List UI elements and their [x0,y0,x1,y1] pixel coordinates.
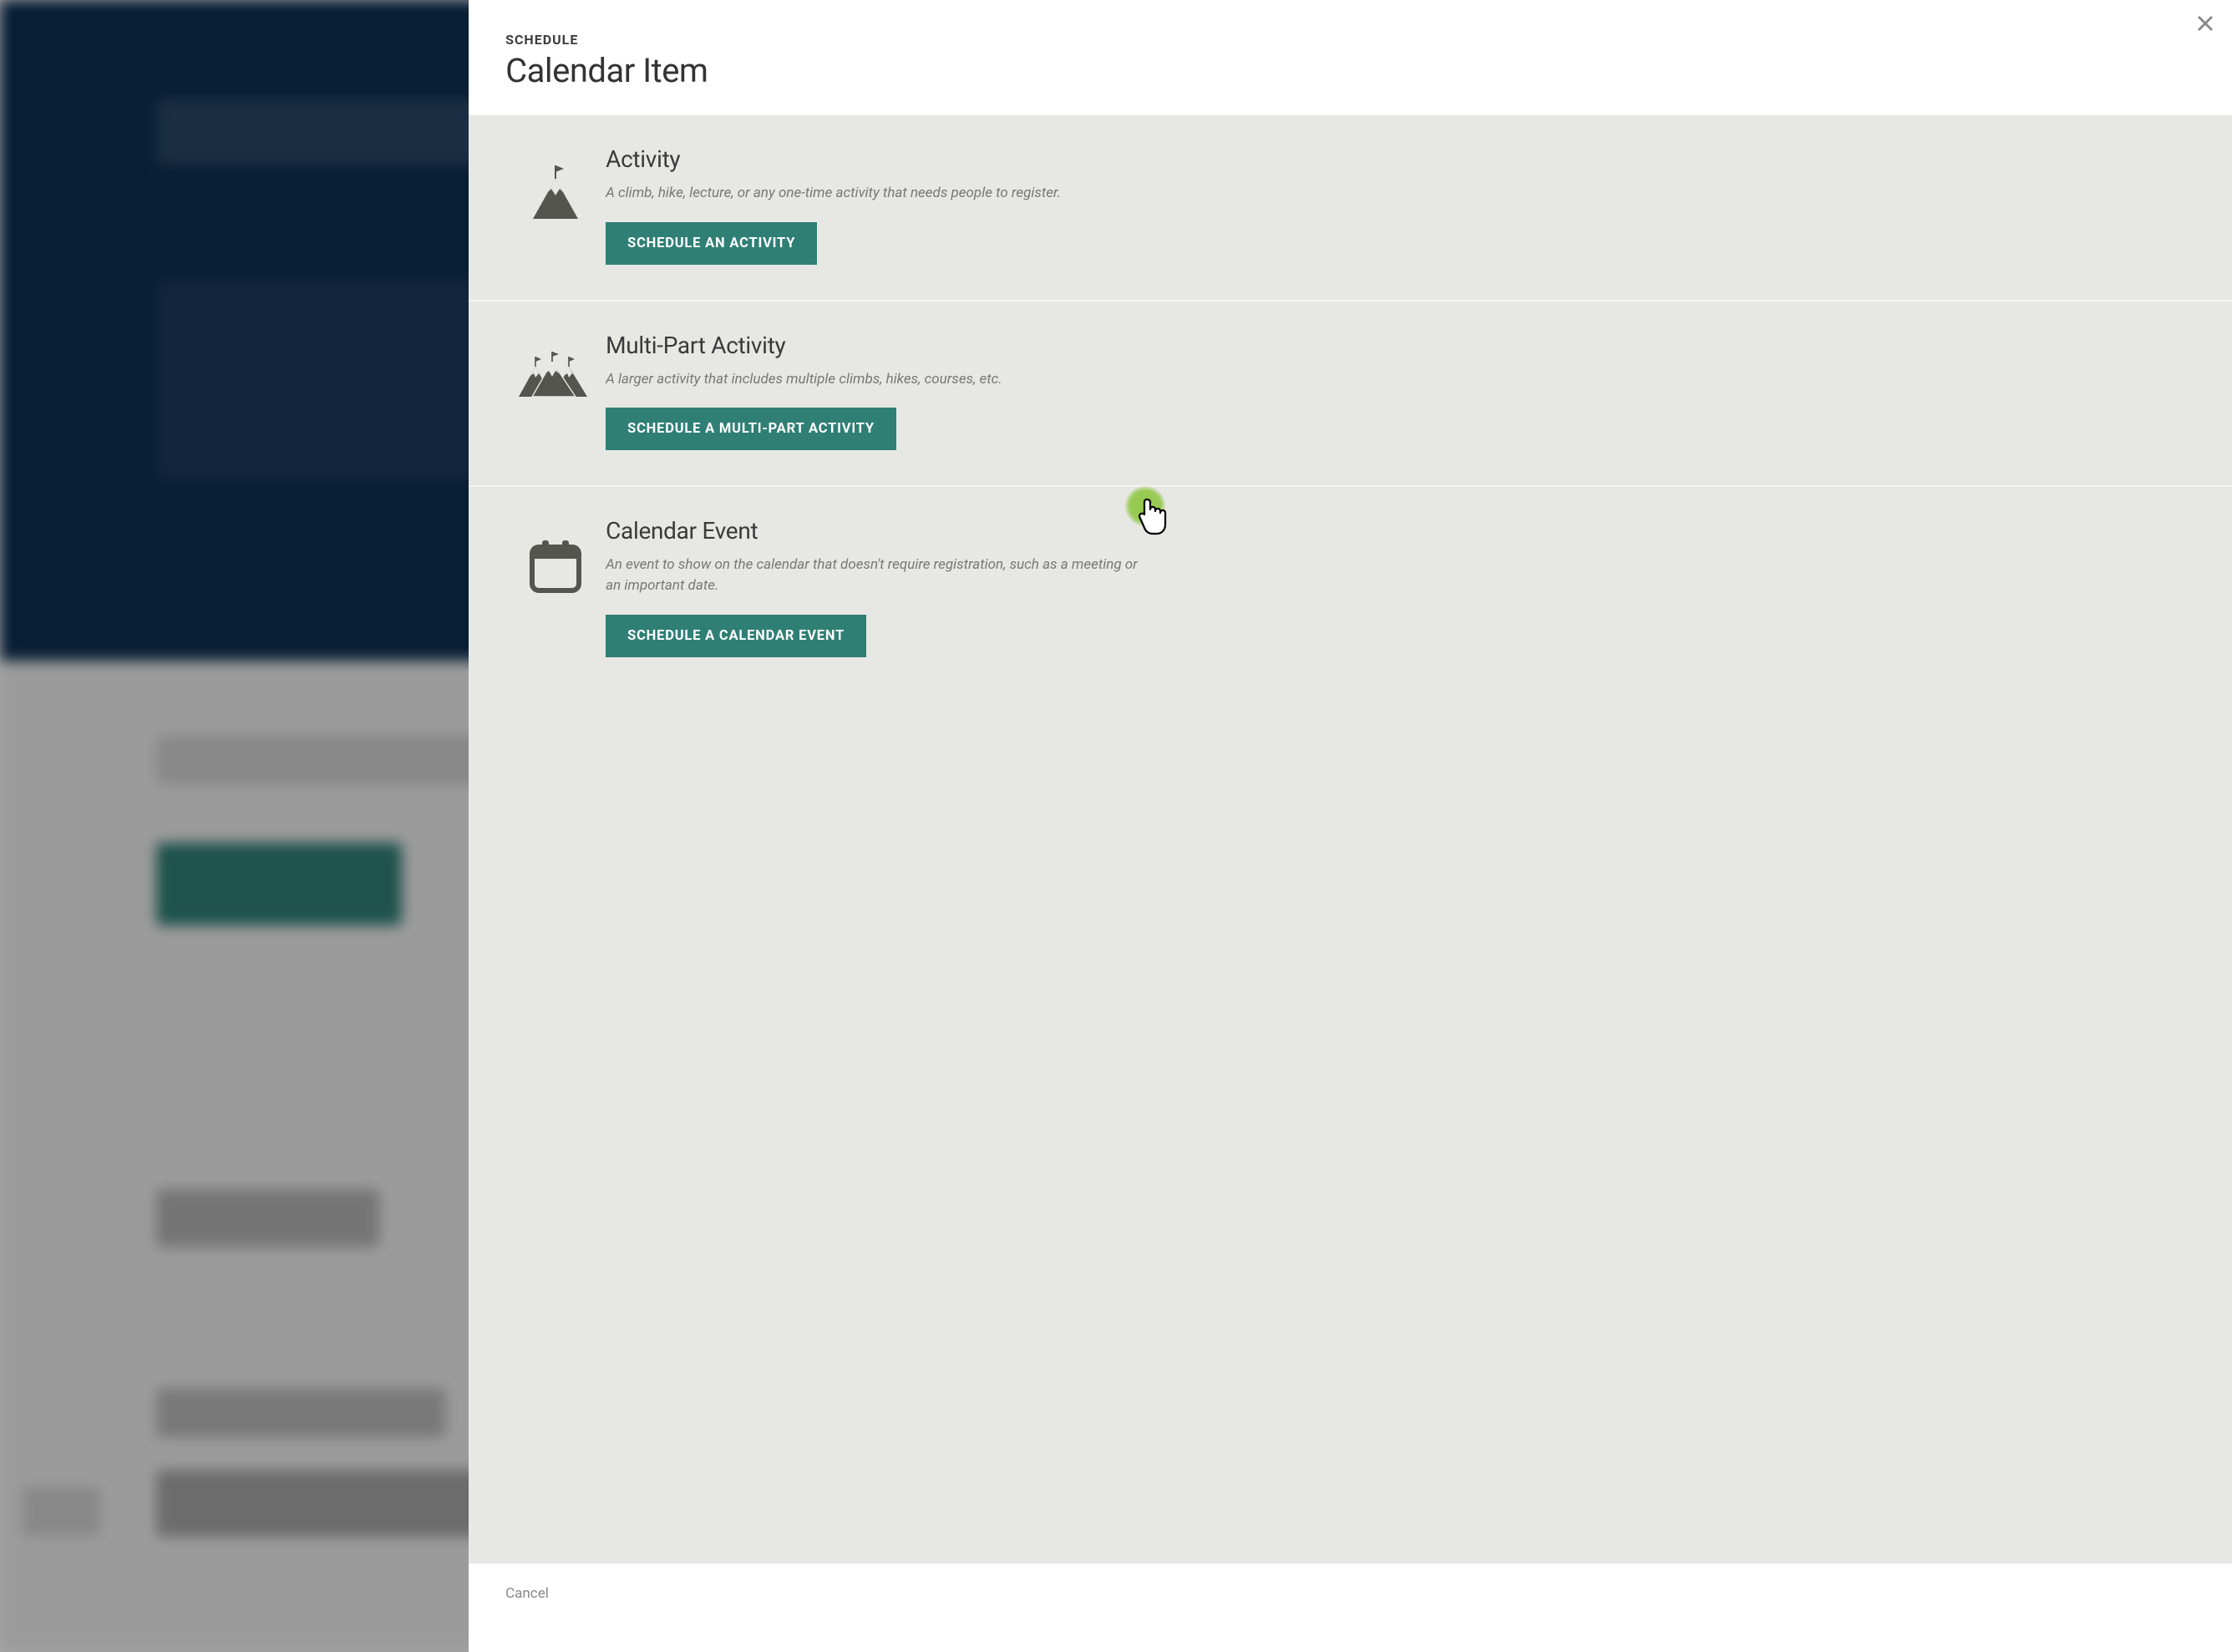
schedule-activity-button[interactable]: SCHEDULE AN ACTIVITY [606,222,817,265]
option-description: A climb, hike, lecture, or any one-time … [606,183,1140,204]
breadcrumb: SCHEDULE [505,32,2195,48]
option-title: Multi-Part Activity [606,332,1140,359]
calendar-icon [505,517,606,595]
close-icon [2197,15,2214,32]
mountains-flags-icon [505,332,606,400]
option-activity: Activity A climb, hike, lecture, or any … [469,115,2232,302]
modal-footer: Cancel [469,1563,2232,1652]
mountain-flag-icon [505,145,606,222]
modal-header: SCHEDULE Calendar Item [469,0,2232,115]
option-calendar-event: Calendar Event An event to show on the c… [469,487,2232,692]
close-button[interactable] [2194,12,2217,35]
option-multi-part-activity: Multi-Part Activity A larger activity th… [469,302,2232,488]
page-title: Calendar Item [505,51,2195,90]
option-description: An event to show on the calendar that do… [606,555,1140,595]
calendar-item-modal: SCHEDULE Calendar Item Activity A climb,… [469,0,2232,1652]
cancel-link[interactable]: Cancel [505,1585,549,1602]
schedule-multi-part-activity-button[interactable]: SCHEDULE A MULTI-PART ACTIVITY [606,408,896,450]
option-description: A larger activity that includes multiple… [606,369,1140,390]
option-title: Activity [606,145,1140,173]
schedule-calendar-event-button[interactable]: SCHEDULE A CALENDAR EVENT [606,615,866,657]
option-title: Calendar Event [606,517,1140,545]
option-list: Activity A climb, hike, lecture, or any … [469,115,2232,1563]
